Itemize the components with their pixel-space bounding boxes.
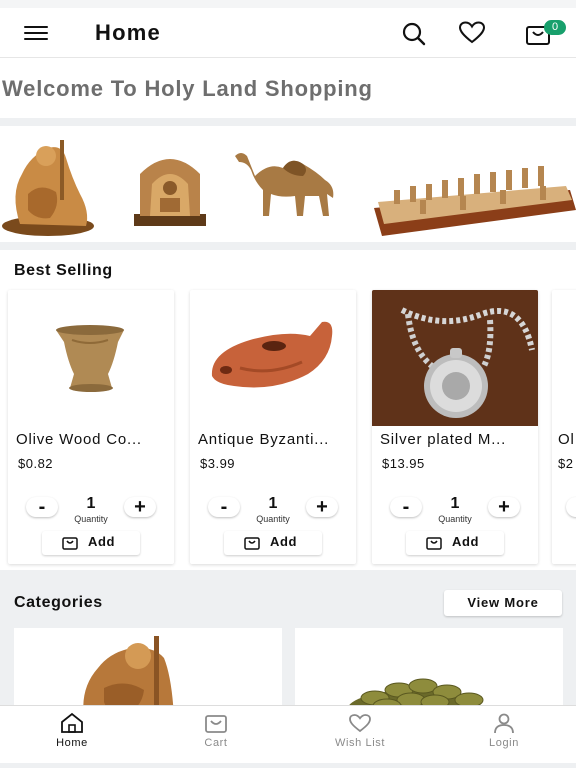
quantity-label: Quantity	[438, 514, 472, 524]
welcome-section: Welcome To Holy Land Shopping	[0, 58, 576, 118]
product-image-oil-lamp	[190, 290, 356, 426]
cart-count-badge: 0	[544, 20, 566, 35]
category-card[interactable]	[14, 628, 282, 706]
tab-label: Login	[489, 737, 519, 749]
bottom-tab-bar: Home Cart Wish List Login	[0, 705, 576, 763]
view-more-button[interactable]: View More	[444, 590, 562, 616]
product-price: $3.99	[200, 456, 236, 471]
product-price: $13.95	[382, 456, 425, 471]
product-image-mortar	[8, 290, 174, 426]
quantity-increase-button[interactable]: +	[306, 497, 338, 517]
bag-icon	[62, 537, 78, 550]
add-to-cart-button[interactable]: Add	[224, 531, 322, 555]
status-strip	[0, 0, 576, 8]
product-price: $0.82	[18, 456, 54, 471]
quantity-decrease-button[interactable]	[566, 497, 576, 517]
quantity-value: 1	[450, 495, 460, 512]
product-card[interactable]: Antique Byzanti... $3.99 - 1 Quantity + …	[190, 290, 356, 564]
product-card[interactable]: Ol $2	[552, 290, 576, 564]
heart-icon	[349, 714, 371, 733]
product-name[interactable]: Silver plated M...	[380, 431, 506, 448]
quantity-decrease-button[interactable]: -	[390, 497, 422, 517]
product-card[interactable]: Silver plated M... $13.95 - 1 Quantity +…	[372, 290, 538, 564]
quantity-decrease-button[interactable]: -	[26, 497, 58, 517]
product-name[interactable]: Olive Wood Co...	[16, 431, 142, 448]
quantity-label: Quantity	[256, 514, 290, 524]
product-name[interactable]: Ol	[558, 431, 575, 448]
best-selling-section: Best Selling Olive Wood Co... $0.82 - 1 …	[0, 250, 576, 570]
tab-wish-list[interactable]: Wish List	[288, 706, 432, 764]
banner-image-camel	[235, 153, 334, 216]
product-name[interactable]: Antique Byzanti...	[198, 431, 329, 448]
home-icon	[61, 712, 83, 733]
tab-label: Home	[56, 737, 88, 749]
add-button-label: Add	[88, 534, 116, 549]
product-price: $2	[558, 456, 574, 471]
app-header: Home 0	[0, 8, 576, 58]
section-title-best-selling: Best Selling	[14, 262, 113, 279]
quantity-label: Quantity	[74, 514, 108, 524]
welcome-heading: Welcome To Holy Land Shopping	[2, 76, 373, 101]
bag-icon	[205, 715, 227, 733]
add-button-label: Add	[452, 534, 480, 549]
banner-image-chess-set	[374, 166, 576, 236]
product-image-medallion	[372, 290, 538, 426]
quantity-value: 1	[86, 495, 96, 512]
tab-label: Wish List	[334, 737, 386, 749]
section-title-categories: Categories	[14, 594, 103, 611]
bag-icon	[426, 537, 442, 550]
tab-home[interactable]: Home	[0, 706, 144, 764]
hero-banner[interactable]	[0, 126, 576, 242]
quantity-increase-button[interactable]: +	[488, 497, 520, 517]
add-button-label: Add	[270, 534, 298, 549]
tab-login[interactable]: Login	[432, 706, 576, 764]
category-image-coins	[348, 678, 484, 706]
add-to-cart-button[interactable]: Add	[406, 531, 504, 555]
banner-image-nativity	[134, 159, 206, 226]
bag-icon	[244, 537, 260, 550]
quantity-decrease-button[interactable]: -	[208, 497, 240, 517]
tab-label: Cart	[204, 737, 228, 749]
category-image-figure	[83, 636, 174, 706]
add-to-cart-button[interactable]: Add	[42, 531, 140, 555]
bottom-strip	[0, 763, 576, 768]
product-card[interactable]: Olive Wood Co... $0.82 - 1 Quantity + Ad…	[8, 290, 174, 564]
banner-image-figure	[2, 140, 94, 236]
tab-cart[interactable]: Cart	[144, 706, 288, 764]
quantity-increase-button[interactable]: +	[124, 497, 156, 517]
user-icon	[494, 713, 514, 734]
quantity-value: 1	[268, 495, 278, 512]
category-card[interactable]	[295, 628, 563, 706]
categories-section: Categories View More	[0, 578, 576, 706]
page-title: Home	[95, 20, 161, 45]
menu-icon[interactable]	[24, 26, 48, 40]
wishlist-heart-icon[interactable]	[458, 20, 486, 46]
search-icon[interactable]	[400, 20, 428, 46]
